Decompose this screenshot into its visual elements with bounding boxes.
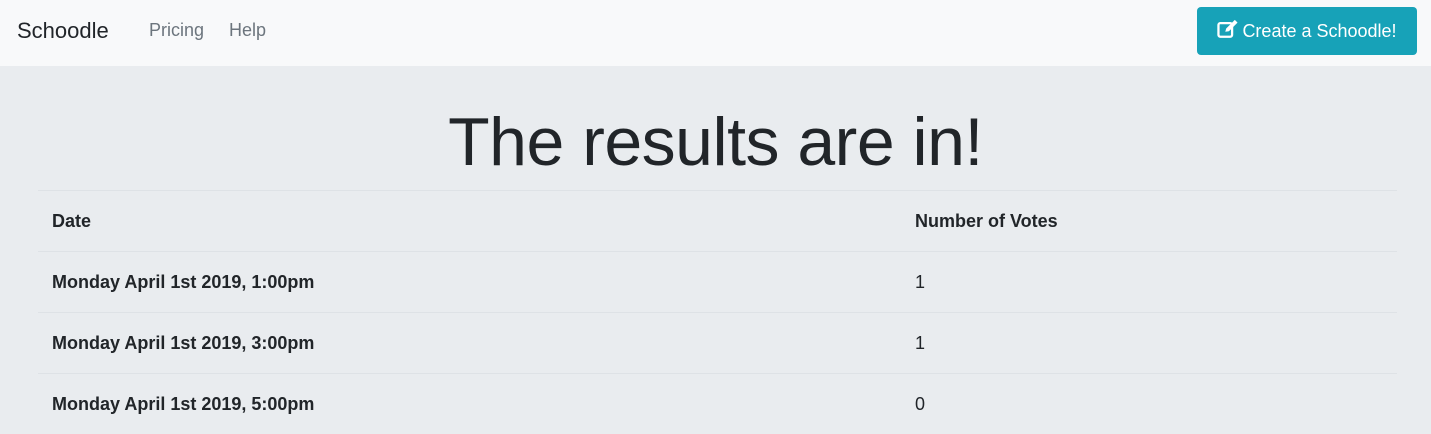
create-schoodle-button[interactable]: Create a Schoodle! bbox=[1197, 7, 1417, 55]
nav-link-pricing[interactable]: Pricing bbox=[149, 20, 204, 41]
create-schoodle-button-label: Create a Schoodle! bbox=[1242, 21, 1396, 42]
table-row: Monday April 1st 2019, 3:00pm 1 bbox=[38, 313, 1397, 374]
results-section: The results are in! Date Number of Votes… bbox=[0, 66, 1431, 425]
results-table: Date Number of Votes Monday April 1st 20… bbox=[38, 190, 1397, 434]
table-row: Monday April 1st 2019, 1:00pm 1 bbox=[38, 252, 1397, 313]
column-header-votes: Number of Votes bbox=[901, 191, 1397, 252]
row-date-cell: Monday April 1st 2019, 3:00pm bbox=[38, 313, 901, 374]
row-votes-cell: 1 bbox=[901, 252, 1397, 313]
table-header-row: Date Number of Votes bbox=[38, 191, 1397, 252]
page-title: The results are in! bbox=[0, 102, 1431, 182]
navbar: Schoodle Pricing Help Create a Schoodle! bbox=[0, 0, 1431, 66]
row-date-cell: Monday April 1st 2019, 1:00pm bbox=[38, 252, 901, 313]
brand-link[interactable]: Schoodle bbox=[17, 18, 109, 44]
column-header-date: Date bbox=[38, 191, 901, 252]
edit-icon bbox=[1217, 19, 1239, 44]
row-votes-cell: 1 bbox=[901, 313, 1397, 374]
nav-link-help[interactable]: Help bbox=[229, 20, 266, 41]
